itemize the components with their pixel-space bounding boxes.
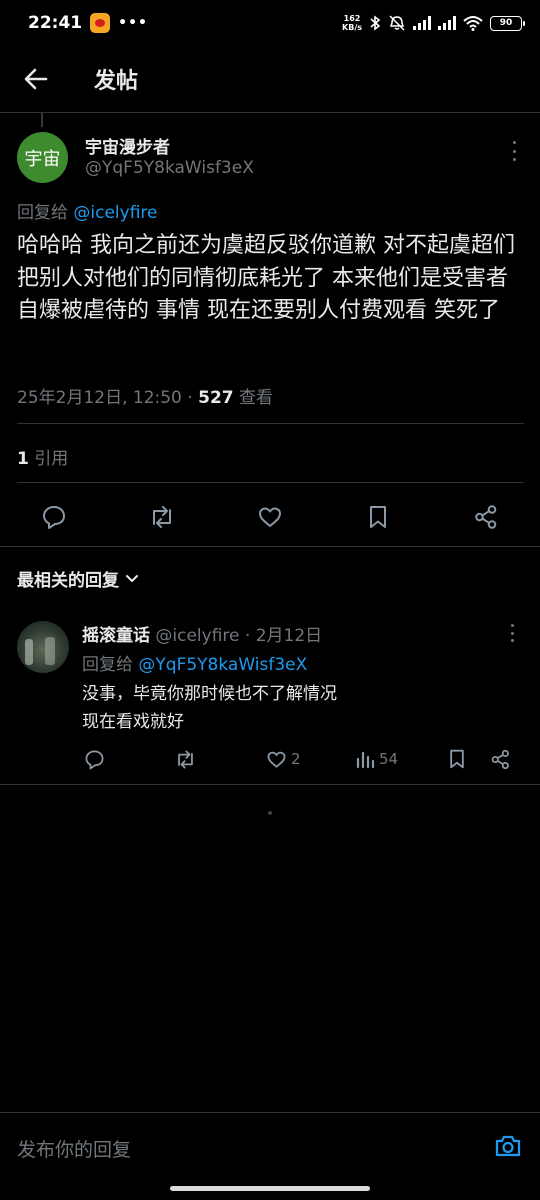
quote-count: 1 bbox=[17, 449, 29, 469]
share-button[interactable] bbox=[472, 503, 500, 531]
share-icon bbox=[475, 505, 497, 529]
views-label: 查看 bbox=[233, 388, 274, 408]
reply-separator: · bbox=[239, 626, 256, 646]
reply-reply-button[interactable] bbox=[84, 746, 105, 772]
divider bbox=[17, 423, 524, 424]
wifi-icon bbox=[463, 16, 483, 31]
reply-more-options-icon[interactable] bbox=[506, 624, 518, 642]
author-display-name[interactable]: 宇宙漫步者 bbox=[85, 133, 170, 158]
status-time: 22:41 bbox=[28, 13, 83, 33]
reply-compose-bar: 发布你的回复 bbox=[0, 1112, 540, 1182]
post-text: 哈哈哈 我向之前还为虞超反驳你道歉 对不起虞超们把别人对他们的同情彻底耗光了 本… bbox=[17, 233, 515, 323]
mute-icon bbox=[389, 15, 405, 31]
reply-to-line: 回复给 @YqF5Y8kaWisf3eX bbox=[82, 650, 307, 675]
reply-views-button[interactable]: 54 bbox=[355, 746, 398, 772]
camera-button[interactable] bbox=[493, 1131, 523, 1161]
bluetooth-icon bbox=[370, 15, 381, 31]
reply-to-prefix: 回复给 bbox=[82, 655, 139, 675]
reply-text: 没事，毕竟你那时候也不了解情况 现在看戏就好 bbox=[82, 680, 522, 736]
status-bar: 22:41 ••• 162 KB/s 90 bbox=[0, 0, 540, 46]
network-speed: 162 KB/s bbox=[342, 14, 362, 32]
views-count: 527 bbox=[198, 388, 234, 408]
post-timestamp[interactable]: 25年2月12日, 12:50 bbox=[17, 388, 182, 408]
quotes-link[interactable]: 1 引用 bbox=[17, 444, 68, 469]
author-handle[interactable]: @YqF5Y8kaWisf3eX bbox=[85, 158, 254, 178]
home-indicator[interactable] bbox=[170, 1186, 370, 1191]
reply-text-line: 没事，毕竟你那时候也不了解情况 bbox=[82, 684, 337, 704]
signal-1-icon bbox=[413, 16, 431, 30]
page-title: 发帖 bbox=[94, 69, 139, 94]
more-options-icon[interactable] bbox=[508, 141, 520, 161]
reply-text-line: 现在看戏就好 bbox=[82, 712, 184, 732]
analytics-icon bbox=[356, 751, 375, 769]
reply-button[interactable] bbox=[40, 503, 68, 531]
status-right-icons: 162 KB/s 90 bbox=[342, 14, 525, 32]
reply-to-mention[interactable]: @icelyfire bbox=[73, 203, 157, 223]
section-divider bbox=[0, 546, 540, 547]
repost-icon bbox=[178, 750, 193, 768]
reply-icon bbox=[85, 750, 104, 769]
reply-author-name[interactable]: 摇滚童话 bbox=[82, 626, 150, 646]
camera-icon bbox=[495, 1135, 521, 1157]
reply-to-mention[interactable]: @YqF5Y8kaWisf3eX bbox=[138, 655, 307, 675]
network-speed-unit: KB/s bbox=[342, 23, 362, 32]
network-speed-value: 162 bbox=[343, 14, 361, 23]
section-divider bbox=[0, 784, 540, 785]
reply-avatar[interactable] bbox=[17, 621, 69, 673]
share-icon bbox=[491, 749, 509, 769]
divider bbox=[17, 482, 524, 483]
meta-separator: · bbox=[181, 388, 199, 408]
reply-icon bbox=[43, 506, 65, 529]
views-count: 54 bbox=[379, 750, 399, 768]
reply-share-button[interactable] bbox=[490, 746, 511, 772]
reply-action-bar: 2 54 bbox=[0, 746, 540, 772]
sort-label: 最相关的回复 bbox=[17, 571, 119, 591]
reply-author-handle[interactable]: @icelyfire bbox=[150, 626, 239, 646]
thread-connector-line bbox=[41, 113, 43, 127]
reply-repost-button[interactable] bbox=[174, 746, 197, 772]
like-button[interactable] bbox=[256, 503, 284, 531]
loading-indicator bbox=[268, 811, 272, 815]
status-left-icons: ••• bbox=[90, 13, 148, 33]
reply-input[interactable]: 发布你的回复 bbox=[17, 1135, 131, 1162]
weibo-notification-icon bbox=[90, 13, 111, 33]
top-bar: 发帖 bbox=[0, 46, 540, 113]
reply-to-line: 回复给 @icelyfire bbox=[17, 198, 158, 223]
avatar-text: 宇宙 bbox=[24, 148, 61, 170]
reply-like-button[interactable]: 2 bbox=[266, 746, 301, 772]
chevron-down-icon bbox=[126, 574, 138, 582]
reply-to-prefix: 回复给 bbox=[17, 203, 74, 223]
post-action-bar bbox=[0, 491, 540, 539]
more-notifications-icon: ••• bbox=[118, 15, 148, 31]
post-meta: 25年2月12日, 12:50 · 527 查看 bbox=[17, 383, 273, 408]
back-arrow-icon bbox=[24, 68, 48, 90]
reply-date[interactable]: 2月12日 bbox=[256, 626, 322, 646]
avatar[interactable]: 宇宙 bbox=[17, 132, 68, 183]
reply-header: 摇滚童话 @icelyfire · 2月12日 bbox=[82, 621, 322, 646]
battery-icon: 90 bbox=[490, 15, 525, 31]
back-button[interactable] bbox=[16, 59, 56, 99]
reply-bookmark-button[interactable] bbox=[447, 746, 467, 772]
repost-icon bbox=[153, 506, 171, 528]
quote-label: 引用 bbox=[28, 449, 69, 469]
sort-replies-dropdown[interactable]: 最相关的回复 bbox=[17, 566, 139, 591]
like-count: 2 bbox=[291, 750, 301, 768]
bookmark-icon bbox=[450, 749, 464, 769]
signal-2-icon bbox=[438, 16, 456, 30]
heart-icon bbox=[259, 507, 281, 527]
repost-button[interactable] bbox=[148, 503, 176, 531]
heart-icon bbox=[267, 751, 286, 768]
bookmark-icon bbox=[370, 506, 386, 528]
bookmark-button[interactable] bbox=[364, 503, 392, 531]
